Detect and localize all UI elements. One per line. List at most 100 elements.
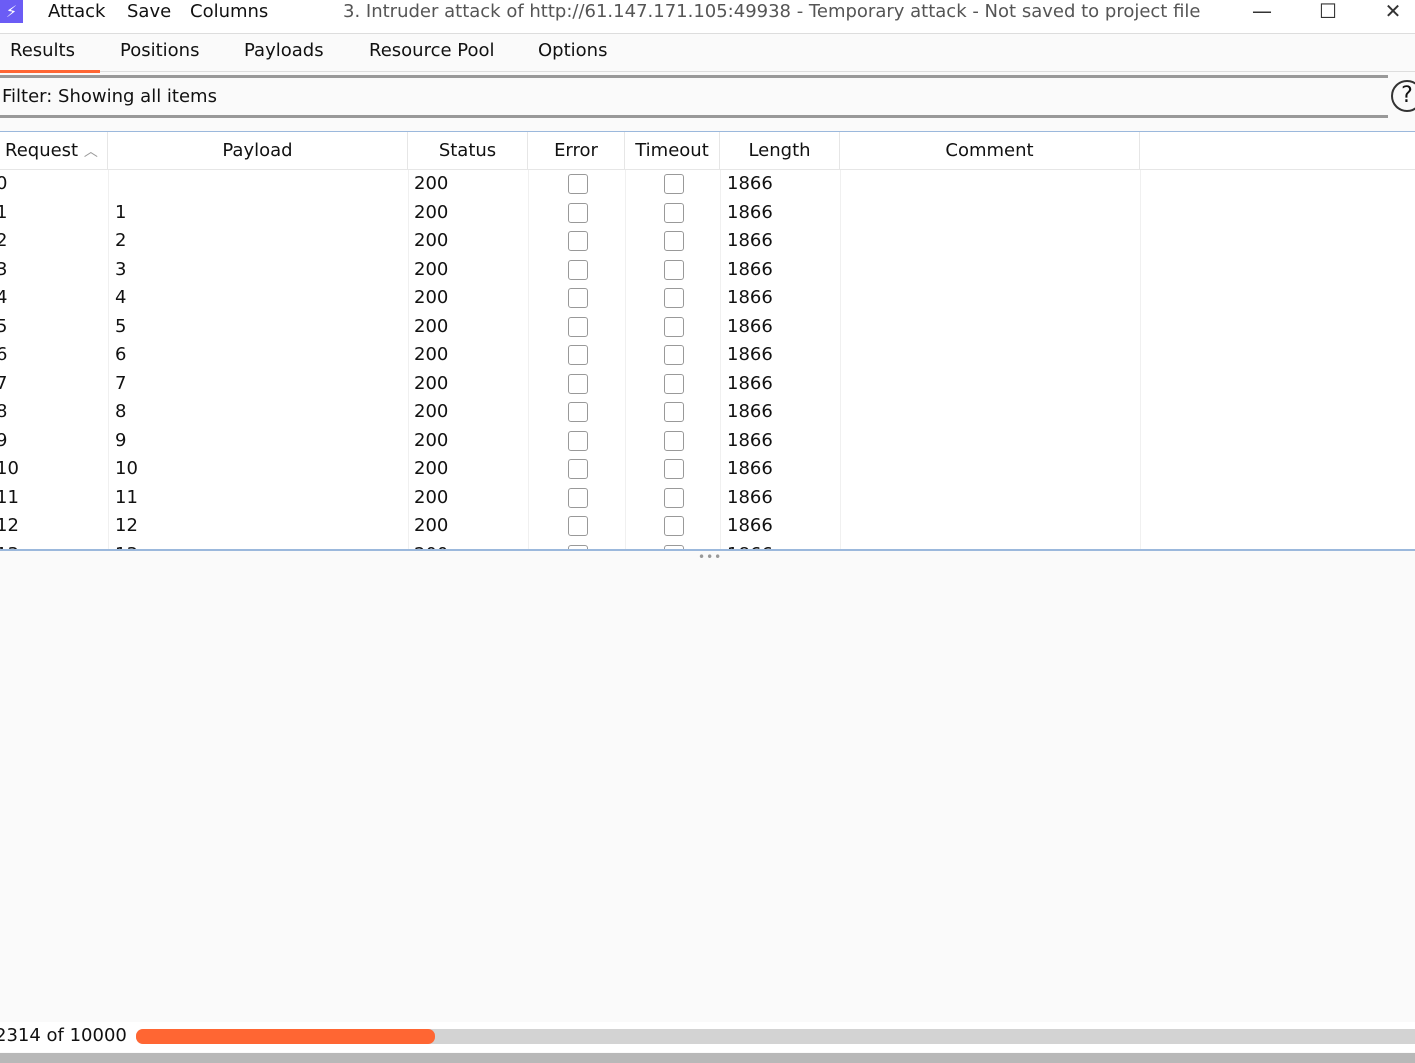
- table-row[interactable]: 1 1 200 1866: [0, 200, 1415, 229]
- table-row[interactable]: 9 9 200 1866: [0, 428, 1415, 457]
- table-row[interactable]: 3 3 200 1866: [0, 257, 1415, 286]
- window-title: 3. Intruder attack of http://61.147.171.…: [343, 1, 1201, 22]
- error-checkbox[interactable]: [568, 430, 588, 451]
- error-checkbox[interactable]: [568, 231, 588, 251]
- cell-payload: 7: [115, 372, 127, 394]
- timeout-checkbox[interactable]: [664, 516, 684, 536]
- cell-status: 200: [414, 201, 449, 223]
- tab-positions[interactable]: Positions: [120, 40, 199, 61]
- column-header-empty: [1140, 132, 1415, 170]
- timeout-checkbox[interactable]: [664, 174, 684, 194]
- cell-payload: 10: [115, 458, 138, 479]
- table-row[interactable]: 6 6 200 1866: [0, 342, 1415, 371]
- tab-results[interactable]: Results: [0, 40, 100, 73]
- timeout-checkbox[interactable]: [664, 231, 684, 251]
- timeout-checkbox[interactable]: [664, 373, 684, 394]
- cell-request: 4: [0, 285, 7, 311]
- table-row[interactable]: 5 5 200 1866: [0, 314, 1415, 343]
- table-row[interactable]: 0 200 1866: [0, 171, 1415, 200]
- menu-save[interactable]: Save: [127, 0, 171, 24]
- error-checkbox[interactable]: [568, 345, 588, 365]
- column-header-error[interactable]: Error: [528, 132, 625, 170]
- timeout-checkbox[interactable]: [664, 487, 684, 508]
- error-checkbox[interactable]: [568, 487, 588, 508]
- maximize-icon[interactable]: ☐: [1308, 0, 1348, 24]
- progress-bar: [136, 1029, 1415, 1044]
- error-checkbox[interactable]: [568, 516, 588, 536]
- cell-request: 0: [0, 171, 7, 197]
- splitter-grip-icon[interactable]: •••: [698, 550, 722, 564]
- cell-payload: 9: [115, 429, 127, 451]
- column-header-status[interactable]: Status: [408, 132, 528, 170]
- column-header-payload[interactable]: Payload: [108, 132, 408, 170]
- cell-length: 1866: [727, 344, 773, 365]
- sort-ascending-icon: ︿: [83, 144, 98, 160]
- timeout-checkbox[interactable]: [664, 288, 684, 308]
- cell-request: 11: [0, 486, 19, 508]
- column-header-comment[interactable]: Comment: [840, 132, 1140, 170]
- error-checkbox[interactable]: [568, 316, 588, 337]
- table-row[interactable]: 4 4 200 1866: [0, 285, 1415, 314]
- cell-request: 9: [0, 428, 7, 454]
- cell-status: 200: [414, 344, 449, 365]
- error-checkbox[interactable]: [568, 202, 588, 223]
- cell-status: 200: [414, 173, 449, 194]
- cell-length: 1866: [727, 372, 773, 394]
- title-bar: ⚡ Attack Save Columns 3. Intruder attack…: [0, 0, 1415, 34]
- cell-status: 200: [414, 429, 449, 451]
- table-row[interactable]: 8 8 200 1866: [0, 399, 1415, 428]
- timeout-checkbox[interactable]: [664, 316, 684, 337]
- timeout-checkbox[interactable]: [664, 202, 684, 223]
- tab-payloads[interactable]: Payloads: [244, 40, 324, 61]
- cell-request: 6: [0, 342, 7, 368]
- menu-columns[interactable]: Columns: [190, 0, 268, 24]
- help-icon[interactable]: ?: [1391, 80, 1415, 112]
- cell-status: 200: [414, 372, 449, 394]
- column-header-timeout[interactable]: Timeout: [625, 132, 720, 170]
- cell-request: 10: [0, 458, 19, 479]
- cell-status: 200: [414, 230, 449, 251]
- results-table: Request ︿ Payload Status Error Timeout L…: [0, 131, 1415, 550]
- cell-request: 8: [0, 399, 7, 425]
- table-row[interactable]: 12 12 200 1866: [0, 513, 1415, 542]
- cell-length: 1866: [727, 201, 773, 223]
- tab-resource-pool[interactable]: Resource Pool: [369, 40, 495, 61]
- error-checkbox[interactable]: [568, 402, 588, 422]
- timeout-checkbox[interactable]: [664, 402, 684, 422]
- cell-payload: 8: [115, 401, 127, 422]
- cell-request: 1: [0, 200, 7, 226]
- error-checkbox[interactable]: [568, 288, 588, 308]
- cell-request: 2: [0, 228, 7, 254]
- minimize-icon[interactable]: —: [1242, 0, 1282, 24]
- cell-status: 200: [414, 401, 449, 422]
- cell-status: 200: [414, 315, 449, 337]
- timeout-checkbox[interactable]: [664, 259, 684, 280]
- filter-bar[interactable]: Filter: Showing all items: [0, 75, 1388, 118]
- cell-length: 1866: [727, 458, 773, 479]
- error-checkbox[interactable]: [568, 174, 588, 194]
- column-header-request[interactable]: Request ︿: [0, 132, 108, 170]
- menu-attack[interactable]: Attack: [48, 0, 105, 24]
- timeout-checkbox[interactable]: [664, 430, 684, 451]
- cell-payload: 3: [115, 258, 127, 280]
- close-icon[interactable]: ✕: [1373, 0, 1413, 24]
- cell-payload: 11: [115, 486, 138, 508]
- timeout-checkbox[interactable]: [664, 459, 684, 479]
- error-checkbox[interactable]: [568, 459, 588, 479]
- table-row[interactable]: 10 10 200 1866: [0, 456, 1415, 485]
- error-checkbox[interactable]: [568, 373, 588, 394]
- tab-options[interactable]: Options: [538, 40, 607, 61]
- cell-status: 200: [414, 515, 449, 536]
- timeout-checkbox[interactable]: [664, 345, 684, 365]
- table-row[interactable]: 7 7 200 1866: [0, 371, 1415, 400]
- cell-payload: 1: [115, 201, 127, 223]
- table-row[interactable]: 11 11 200 1866: [0, 485, 1415, 514]
- error-checkbox[interactable]: [568, 259, 588, 280]
- cell-payload: 5: [115, 315, 127, 337]
- cell-request: 5: [0, 314, 7, 340]
- table-row[interactable]: 2 2 200 1866: [0, 228, 1415, 257]
- cell-length: 1866: [727, 315, 773, 337]
- cell-status: 200: [414, 258, 449, 280]
- column-header-length[interactable]: Length: [720, 132, 840, 170]
- cell-request: 7: [0, 371, 7, 397]
